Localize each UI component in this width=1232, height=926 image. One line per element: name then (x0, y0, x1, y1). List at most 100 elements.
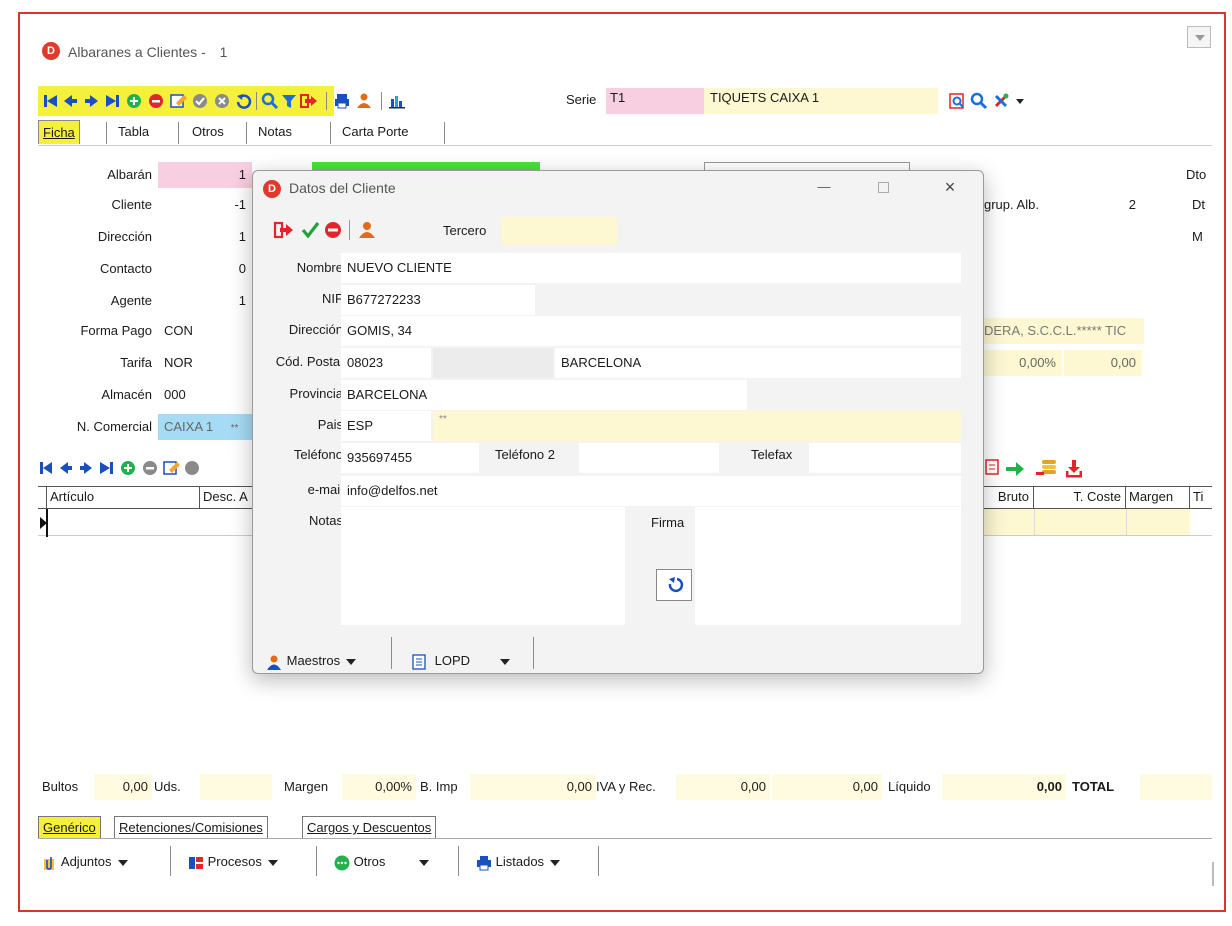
arrow-right-icon[interactable] (1006, 462, 1024, 476)
user-icon[interactable] (359, 222, 375, 238)
listados-button[interactable]: Listados (476, 848, 561, 876)
telefono2-field[interactable] (579, 443, 719, 473)
delete-line-icon[interactable] (143, 461, 157, 475)
prev-line-icon[interactable] (60, 462, 72, 474)
window-dropdown-button[interactable] (1187, 26, 1211, 48)
tab-tabla-label: Tabla (118, 124, 150, 139)
grid-cell-margen[interactable] (1126, 509, 1190, 535)
preview-icon[interactable] (949, 93, 964, 109)
search-icon-2[interactable] (970, 92, 988, 110)
first-record-icon[interactable] (44, 95, 57, 107)
serie-field[interactable]: T1 (606, 88, 704, 114)
grid-header-articulo[interactable]: Artículo (46, 486, 200, 508)
nif-field[interactable]: B677272233 (341, 285, 535, 315)
edit-record-icon[interactable] (170, 94, 187, 108)
delete-record-icon[interactable] (149, 94, 163, 108)
window-title-text: Albaranes a Clientes - (68, 44, 206, 60)
last-record-icon[interactable] (106, 95, 119, 107)
next-record-icon[interactable] (85, 95, 98, 107)
email-value: info@delfos.net (347, 483, 438, 498)
exit-icon[interactable] (300, 94, 317, 108)
tools-icon[interactable] (994, 93, 1009, 108)
telefax-field[interactable] (809, 443, 961, 473)
direccion-field[interactable]: 1 (158, 224, 252, 250)
first-line-icon[interactable] (40, 462, 52, 474)
confirm-line-icon[interactable] (185, 461, 199, 475)
chart-icon[interactable] (389, 96, 405, 109)
email-field[interactable]: info@delfos.net (341, 476, 961, 506)
last-line-icon[interactable] (100, 462, 113, 474)
tab-carta-porte[interactable]: Carta Porte (338, 120, 412, 144)
adjuntos-button[interactable]: Adjuntos (42, 848, 128, 876)
close-button[interactable]: × (935, 175, 965, 199)
procesos-button[interactable]: Procesos (188, 848, 278, 876)
tab-retenciones[interactable]: Retenciones/Comisiones (114, 816, 268, 838)
agrup-field[interactable]: 2 (1048, 192, 1142, 218)
refresh-icon[interactable] (236, 94, 252, 109)
direccion-field[interactable]: GOMIS, 34 (341, 316, 961, 346)
right-field-1[interactable] (984, 224, 1142, 250)
grid-header-bruto[interactable]: Bruto (984, 486, 1034, 508)
maximize-button[interactable] (869, 175, 899, 199)
firma-box[interactable] (695, 507, 961, 625)
search-icon[interactable] (261, 92, 279, 110)
agente-field[interactable]: 1 (158, 288, 252, 314)
lopd-button[interactable]: LOPD (411, 647, 511, 675)
pais-field[interactable]: ESP (341, 411, 431, 441)
contacto-field[interactable]: 0 (158, 256, 252, 282)
n-comercial-field[interactable]: CAIXA 1 ** (158, 414, 252, 440)
download-icon[interactable] (1066, 460, 1082, 478)
copy-icon[interactable] (985, 459, 999, 475)
city-field[interactable]: BARCELONA (555, 348, 961, 378)
tercero-field[interactable] (501, 217, 617, 245)
exit-icon[interactable] (273, 221, 293, 239)
dto-label-2: Dt (1192, 197, 1205, 212)
tab-generico[interactable]: Genérico (38, 816, 101, 838)
liquido-value: 0,00 (1036, 779, 1062, 794)
chevron-down-icon[interactable] (1016, 99, 1024, 104)
tab-cargos[interactable]: Cargos y Descuentos (302, 816, 437, 838)
almacen-field[interactable]: 000 (158, 382, 252, 408)
edit-line-icon[interactable] (163, 461, 180, 475)
cancel-icon[interactable] (215, 94, 229, 108)
nombre-field[interactable]: NUEVO CLIENTE (341, 253, 961, 283)
otros-button[interactable]: Otros (334, 848, 430, 876)
tab-otros[interactable]: Otros (188, 120, 228, 144)
notas-textarea[interactable] (341, 507, 625, 625)
cp-field[interactable]: 08023 (341, 348, 431, 378)
button-divider (316, 846, 317, 876)
accept-check-icon[interactable] (301, 222, 320, 239)
tercero-label: Tercero (443, 223, 487, 238)
add-record-icon[interactable] (127, 94, 141, 108)
add-line-icon[interactable] (121, 461, 135, 475)
tab-ficha[interactable]: Ficha (38, 120, 80, 144)
tab-notas[interactable]: Notas (254, 120, 296, 144)
right-field-3[interactable] (984, 288, 1142, 314)
forma-pago-field[interactable]: CON (158, 318, 252, 344)
coins-icon[interactable] (1036, 460, 1056, 475)
grid-header-ti[interactable]: Ti (1190, 486, 1212, 508)
grid-header-desc[interactable]: Desc. A (200, 486, 254, 508)
next-line-icon[interactable] (80, 462, 92, 474)
grid-header-tcoste[interactable]: T. Coste (1034, 486, 1126, 508)
grid-header-margen[interactable]: Margen (1126, 486, 1190, 508)
user-icon[interactable] (357, 93, 371, 109)
filter-icon[interactable] (282, 95, 296, 108)
prev-record-icon[interactable] (64, 95, 77, 107)
printer-icon[interactable] (335, 94, 349, 109)
tarifa-field[interactable]: NOR (158, 350, 252, 376)
grid-cell-tcoste[interactable] (1034, 509, 1126, 535)
albaran-field[interactable]: 1 (158, 162, 252, 188)
grid-cell-bruto[interactable] (984, 509, 1034, 535)
cancel-icon[interactable] (325, 222, 341, 238)
tab-tabla[interactable]: Tabla (114, 120, 153, 144)
telefono-field[interactable]: 935697455 (341, 443, 479, 473)
confirm-icon[interactable] (193, 94, 207, 108)
provincia-field[interactable]: BARCELONA (341, 380, 747, 410)
firma-refresh-button[interactable] (656, 569, 692, 601)
minimize-button[interactable]: — (809, 175, 839, 199)
resize-grip[interactable] (1212, 862, 1214, 886)
right-field-2[interactable] (984, 256, 1142, 282)
maestros-button[interactable]: Maestros (265, 647, 357, 675)
cliente-field[interactable]: -1 (158, 192, 252, 218)
